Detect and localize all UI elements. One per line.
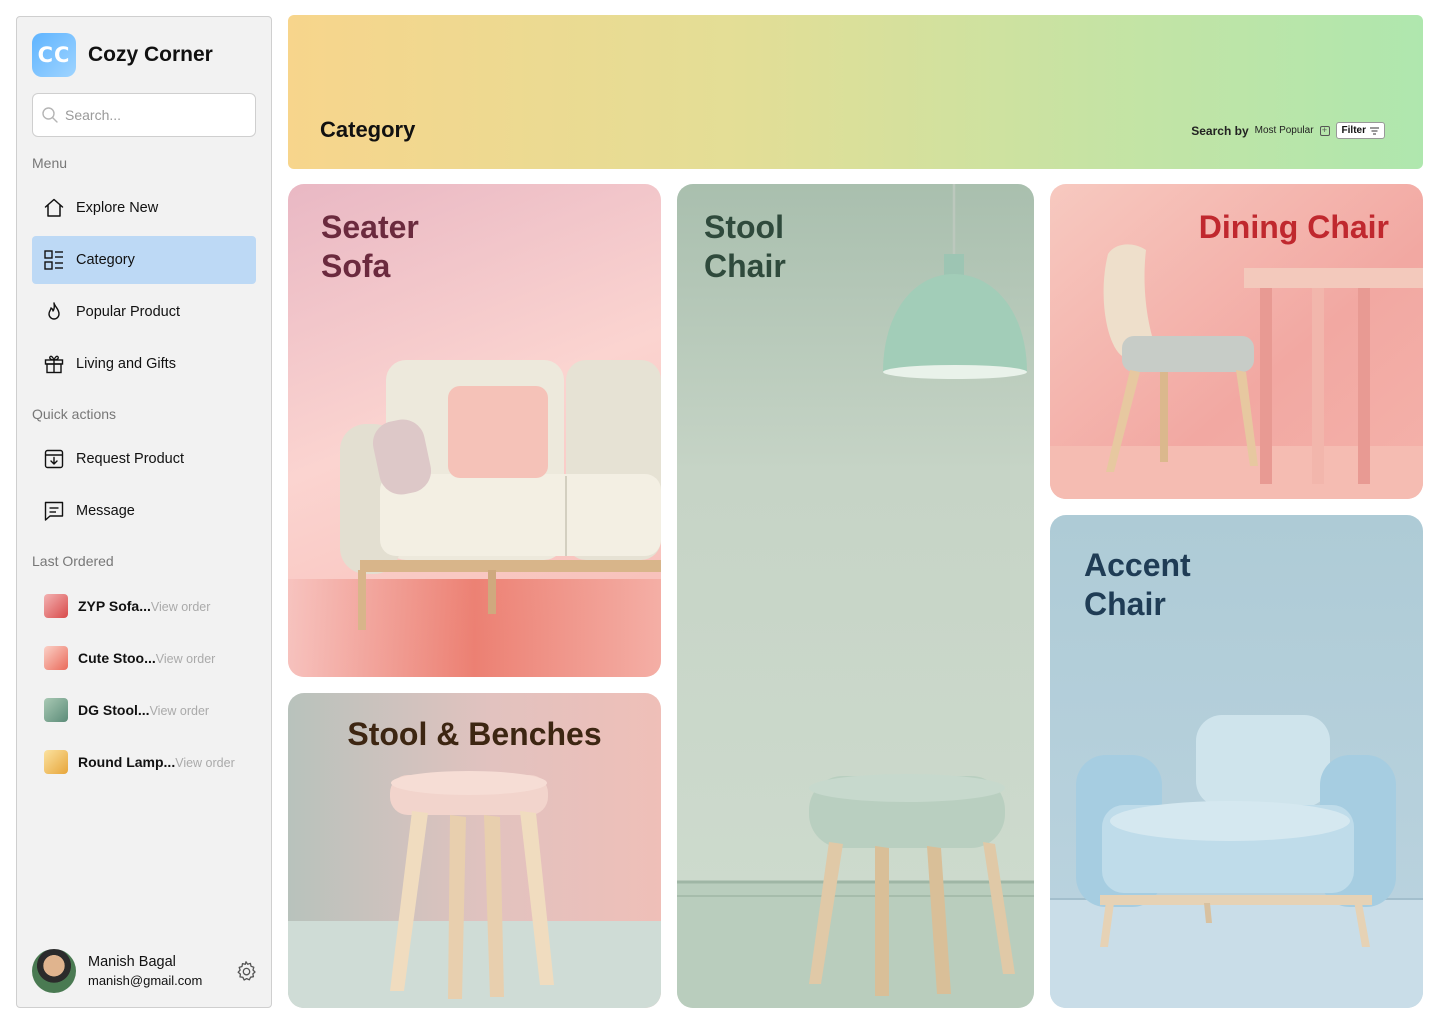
card-title: Stool Chair [704, 209, 786, 284]
user-profile: Manish Bagal manish@gmail.com [32, 947, 258, 995]
nav-label: Popular Product [76, 304, 180, 320]
home-icon [44, 198, 64, 217]
search-icon [42, 107, 58, 123]
order-item[interactable]: Cute Stoo...View order [44, 646, 215, 670]
settings-gear-icon[interactable] [234, 959, 258, 983]
search-by-label: Search by [1191, 123, 1249, 138]
order-thumbnail [44, 750, 68, 774]
brand-name: Cozy Corner [88, 43, 213, 66]
order-item[interactable]: Round Lamp...View order [44, 750, 235, 774]
order-item[interactable]: DG Stool...View order [44, 698, 209, 722]
category-header: Category Search by Most Popular + Filter [288, 15, 1423, 169]
stool-lamp-illustration [677, 184, 1034, 1008]
avatar[interactable] [32, 949, 76, 993]
category-card-stool-benches[interactable]: Stool & Benches [288, 693, 661, 1008]
filter-label: Filter [1341, 125, 1366, 136]
nav-explore-new[interactable]: Explore New [32, 184, 256, 232]
nav-popular-product[interactable]: Popular Product [32, 288, 256, 336]
category-list-icon [44, 250, 63, 270]
order-thumbnail [44, 594, 68, 618]
category-card-accent-chair[interactable]: Accent Chair [1050, 515, 1423, 1008]
card-title: Accent Chair [1084, 547, 1191, 622]
gift-icon [44, 355, 64, 374]
order-item[interactable]: ZYP Sofa...View order [44, 594, 210, 618]
view-order-link[interactable]: View order [156, 652, 216, 666]
search-by-controls: Search by Most Popular + Filter [1191, 122, 1385, 139]
user-email: manish@gmail.com [88, 973, 203, 988]
brand-logo: CC [32, 33, 76, 77]
nav-category[interactable]: Category [32, 236, 256, 284]
order-name: Round Lamp... [78, 754, 176, 770]
search-input[interactable] [65, 107, 245, 123]
nav-living-gifts[interactable]: Living and Gifts [32, 340, 256, 388]
plus-icon[interactable]: + [1319, 125, 1330, 136]
view-order-link[interactable]: View order [151, 600, 211, 614]
nav-label: Living and Gifts [76, 356, 176, 372]
last-ordered-title: Last Ordered [32, 553, 114, 569]
user-name: Manish Bagal [88, 954, 176, 970]
order-thumbnail [44, 698, 68, 722]
brand[interactable]: CC Cozy Corner [32, 33, 213, 77]
nav-label: Explore New [76, 200, 159, 216]
message-icon [44, 501, 64, 521]
flame-icon [48, 302, 60, 320]
nav-label: Request Product [76, 451, 185, 467]
card-title: Dining Chair [1198, 209, 1389, 245]
nav-request-product[interactable]: Request Product [32, 435, 256, 483]
search-box [32, 93, 256, 137]
card-title: Stool & Benches [347, 716, 602, 752]
sidebar: CC Cozy Corner Menu Explore New Category… [16, 16, 272, 1008]
sort-dropdown[interactable]: Most Popular [1255, 125, 1314, 136]
menu-section-title: Menu [32, 155, 68, 171]
download-box-icon [44, 449, 64, 469]
nav-message[interactable]: Message [32, 487, 256, 535]
quick-actions-title: Quick actions [32, 406, 117, 422]
filter-button[interactable]: Filter [1335, 122, 1385, 139]
order-thumbnail [44, 646, 68, 670]
view-order-link[interactable]: View order [175, 756, 235, 770]
page-title: Category [320, 117, 416, 142]
card-title: Seater Sofa [321, 209, 419, 284]
order-name: Cute Stoo... [78, 650, 156, 666]
category-card-stool-chair[interactable]: Stool Chair [677, 184, 1034, 1008]
order-name: DG Stool... [78, 702, 150, 718]
category-card-seater-sofa[interactable]: Seater Sofa [288, 184, 661, 677]
nav-label: Category [76, 252, 135, 268]
order-name: ZYP Sofa... [78, 598, 151, 614]
nav-label: Message [76, 503, 135, 519]
filter-lines-icon [1370, 127, 1379, 134]
view-order-link[interactable]: View order [150, 704, 210, 718]
category-card-dining-chair[interactable]: Dining Chair [1050, 184, 1423, 499]
